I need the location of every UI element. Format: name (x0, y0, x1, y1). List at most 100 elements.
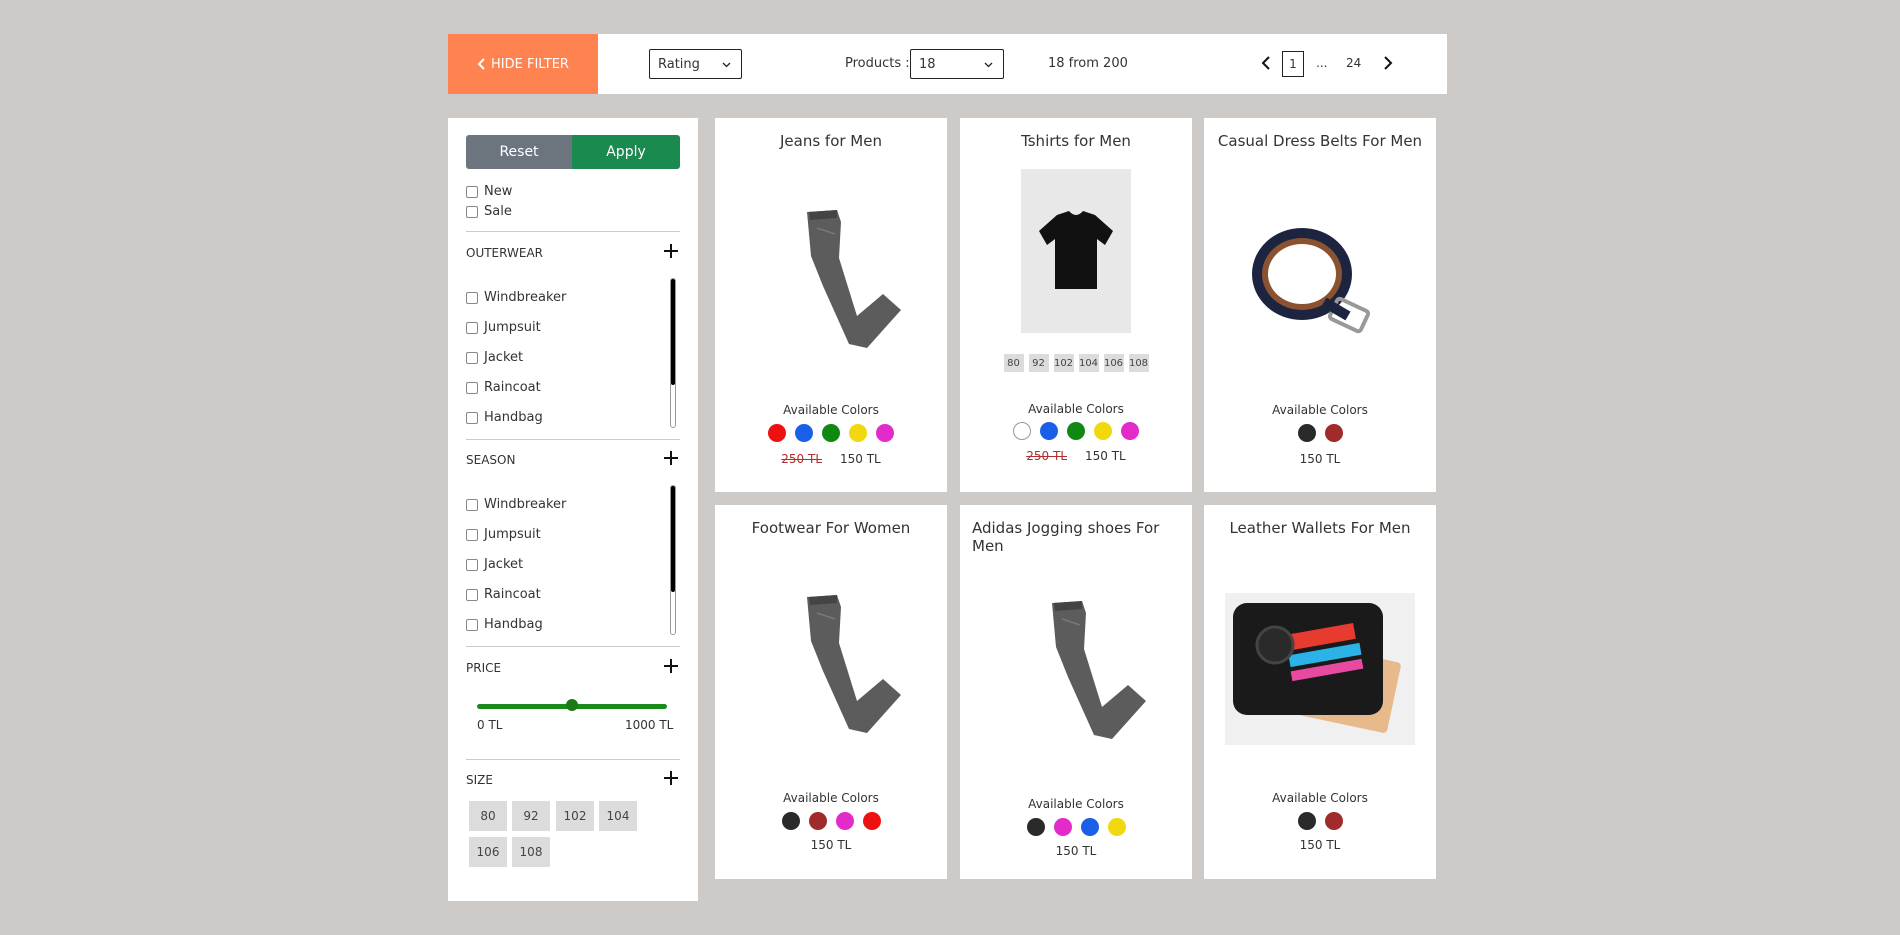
color-swatch[interactable] (1297, 812, 1316, 830)
color-swatch[interactable] (862, 812, 881, 830)
checkbox[interactable] (466, 411, 478, 424)
season-item[interactable]: Jumpsuit (466, 527, 541, 542)
plus-icon[interactable] (664, 451, 678, 465)
apply-button[interactable]: Apply (572, 135, 680, 169)
product-title[interactable]: Leather Wallets For Men (1216, 519, 1424, 537)
color-swatch[interactable] (1080, 818, 1099, 836)
color-swatch[interactable] (1013, 422, 1031, 440)
size-tag[interactable]: 80 (1003, 354, 1024, 372)
size-tag[interactable]: 104 (1078, 354, 1099, 372)
products-per-page-select[interactable]: 18 (910, 49, 1004, 79)
sale-checkbox[interactable] (466, 205, 478, 218)
size-tag[interactable]: 102 (1053, 354, 1074, 372)
plus-icon[interactable] (664, 771, 678, 785)
product-card[interactable]: Tshirts for Men 80 92 102 104 106 108 Availab… (960, 118, 1192, 492)
product-title[interactable]: Adidas Jogging shoes For Men (972, 519, 1180, 555)
gray-jeans-image[interactable] (1010, 589, 1150, 749)
wallet-image[interactable] (1225, 593, 1415, 745)
reset-button[interactable]: Reset (466, 135, 572, 169)
checkbox[interactable] (466, 588, 478, 601)
size-option[interactable]: 106 (469, 837, 507, 867)
product-card[interactable]: Jeans for Men Available Colors 250 TL 15… (715, 118, 947, 492)
checkbox[interactable] (466, 498, 478, 511)
season-item[interactable]: Jacket (466, 557, 523, 572)
product-card[interactable]: Leather Wallets For Men Available Colors… (1204, 505, 1436, 879)
hide-filter-button[interactable]: HIDE FILTER (448, 34, 598, 94)
color-swatch[interactable] (1324, 424, 1343, 442)
color-swatch[interactable] (849, 424, 867, 442)
color-swatch[interactable] (1026, 818, 1045, 836)
size-option[interactable]: 108 (512, 837, 550, 867)
size-tag[interactable]: 92 (1028, 354, 1049, 372)
checkbox[interactable] (466, 618, 478, 631)
hide-filter-label: HIDE FILTER (491, 56, 569, 72)
size-option[interactable]: 102 (556, 801, 594, 831)
color-swatch[interactable] (822, 424, 840, 442)
color-swatch[interactable] (768, 424, 786, 442)
price-slider-thumb[interactable] (566, 699, 578, 711)
product-card[interactable]: Footwear For Women Available Colors 150 … (715, 505, 947, 879)
checkbox[interactable] (466, 291, 478, 304)
outerwear-scrollbar[interactable] (670, 278, 676, 428)
gray-jeans-image[interactable] (765, 583, 905, 743)
page-current[interactable]: 1 (1282, 51, 1304, 77)
chevron-right-icon[interactable] (1380, 52, 1396, 74)
outerwear-item[interactable]: Raincoat (466, 380, 541, 395)
outerwear-item[interactable]: Jacket (466, 350, 523, 365)
checkbox[interactable] (466, 321, 478, 334)
season-item[interactable]: Raincoat (466, 587, 541, 602)
scroll-thumb[interactable] (671, 486, 675, 592)
color-swatch[interactable] (876, 424, 894, 442)
size-option[interactable]: 80 (469, 801, 507, 831)
color-swatch[interactable] (1297, 424, 1316, 442)
product-title[interactable]: Casual Dress Belts For Men (1216, 132, 1424, 150)
black-tshirt-image[interactable] (1021, 169, 1131, 333)
color-swatch[interactable] (1067, 422, 1085, 440)
belt-image[interactable] (1244, 218, 1394, 358)
season-scrollbar[interactable] (670, 485, 676, 635)
checkbox[interactable] (466, 351, 478, 364)
product-title[interactable]: Footwear For Women (727, 519, 935, 537)
checkbox[interactable] (466, 558, 478, 571)
chevron-down-icon (984, 62, 993, 68)
color-swatch[interactable] (1040, 422, 1058, 440)
filter-sale[interactable]: Sale (466, 204, 512, 219)
season-item[interactable]: Windbreaker (466, 497, 566, 512)
filter-new[interactable]: New (466, 184, 512, 199)
size-option[interactable]: 104 (599, 801, 637, 831)
outerwear-item-label: Jacket (484, 350, 524, 365)
color-swatch[interactable] (808, 812, 827, 830)
chevron-left-icon[interactable] (1258, 52, 1274, 74)
size-tag[interactable]: 108 (1128, 354, 1149, 372)
new-checkbox[interactable] (466, 185, 478, 198)
color-swatch[interactable] (1107, 818, 1126, 836)
size-tag[interactable]: 106 (1103, 354, 1124, 372)
color-swatch[interactable] (835, 812, 854, 830)
price-row: 150 TL (960, 844, 1192, 858)
color-swatch[interactable] (1324, 812, 1343, 830)
scroll-thumb[interactable] (671, 279, 675, 385)
color-swatch[interactable] (795, 424, 813, 442)
sort-select[interactable]: Rating (649, 49, 742, 79)
color-swatch[interactable] (1094, 422, 1112, 440)
color-swatch[interactable] (781, 812, 800, 830)
product-card[interactable]: Casual Dress Belts For Men Available Col… (1204, 118, 1436, 492)
season-item-label: Handbag (484, 617, 543, 632)
plus-icon[interactable] (664, 659, 678, 673)
plus-icon[interactable] (664, 244, 678, 258)
size-option[interactable]: 92 (512, 801, 550, 831)
color-swatch[interactable] (1121, 422, 1139, 440)
product-title[interactable]: Tshirts for Men (972, 132, 1180, 150)
checkbox[interactable] (466, 381, 478, 394)
available-colors-label: Available Colors (783, 403, 879, 417)
checkbox[interactable] (466, 528, 478, 541)
outerwear-item[interactable]: Windbreaker (466, 290, 566, 305)
outerwear-item[interactable]: Jumpsuit (466, 320, 541, 335)
page-last[interactable]: 24 (1346, 56, 1361, 70)
outerwear-item[interactable]: Handbag (466, 410, 543, 425)
color-swatch[interactable] (1053, 818, 1072, 836)
product-title[interactable]: Jeans for Men (727, 132, 935, 150)
gray-jeans-image[interactable] (765, 198, 905, 358)
product-card[interactable]: Adidas Jogging shoes For Men Available C… (960, 505, 1192, 879)
season-item[interactable]: Handbag (466, 617, 543, 632)
